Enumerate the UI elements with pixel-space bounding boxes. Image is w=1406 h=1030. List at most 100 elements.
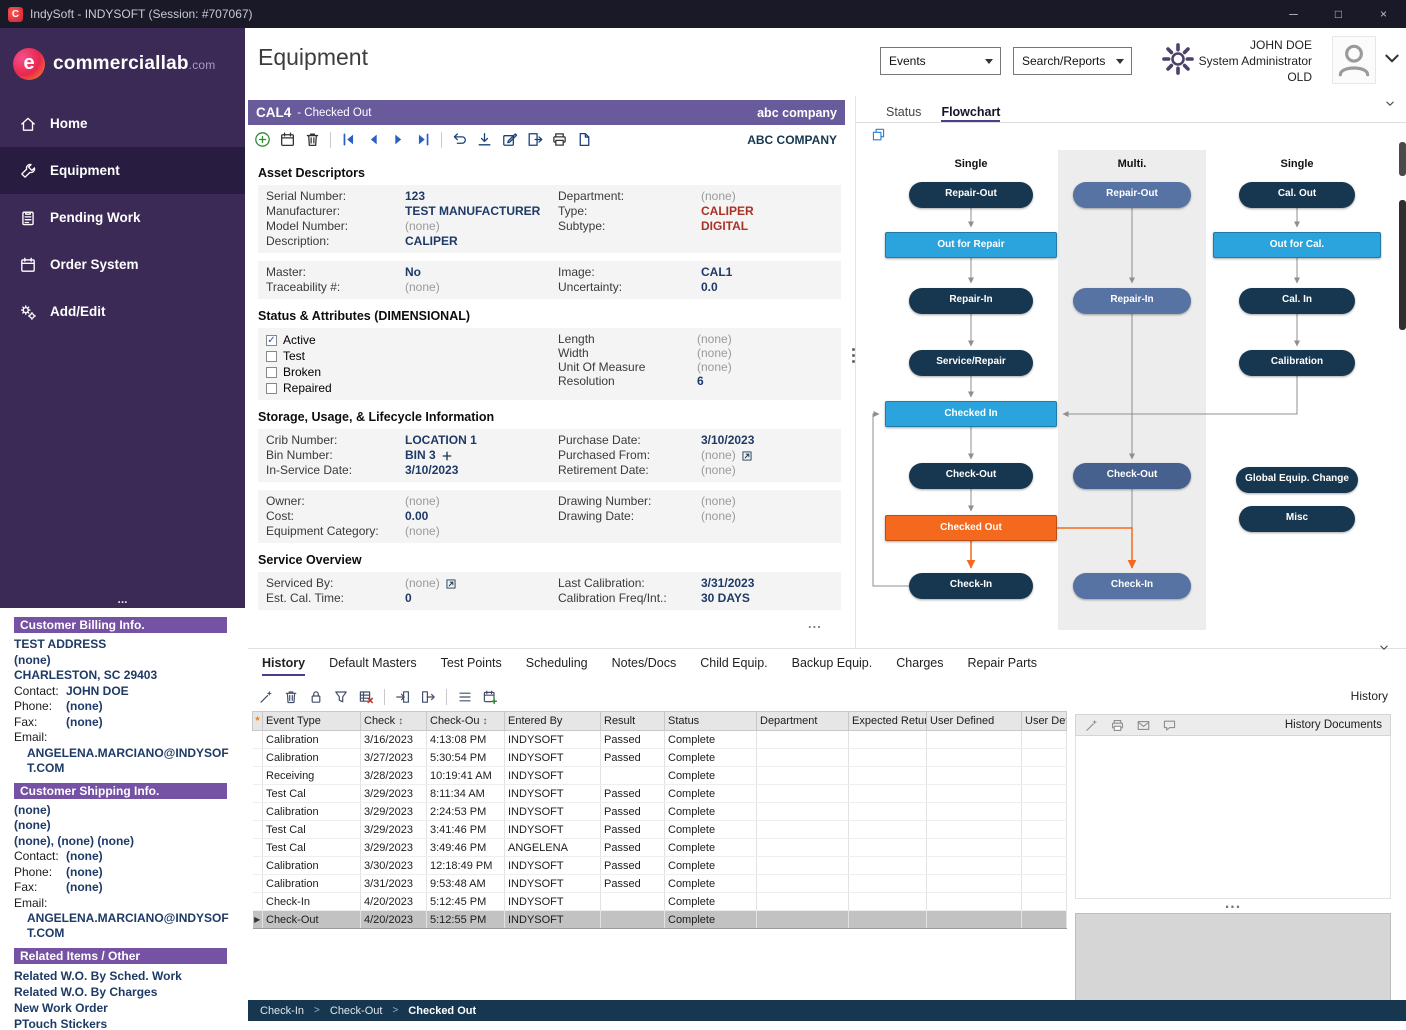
undo-icon[interactable]: [451, 131, 468, 148]
checkbox-box[interactable]: [266, 351, 277, 362]
sort-icon[interactable]: ↕: [483, 716, 488, 727]
flow-node-service-repair[interactable]: Service/Repair: [909, 350, 1033, 376]
column-header-status[interactable]: Status: [665, 712, 757, 731]
funnel-icon[interactable]: [333, 689, 349, 705]
nav-next-icon[interactable]: [390, 131, 407, 148]
add-icon[interactable]: [254, 131, 271, 148]
scrollbar-thumb[interactable]: [1399, 142, 1406, 176]
collapse-chevron-icon[interactable]: [1384, 99, 1396, 109]
search-reports-dropdown[interactable]: Search/Reports: [1013, 47, 1132, 75]
flow-node-calibration[interactable]: Calibration: [1239, 350, 1355, 376]
flow-node-misc[interactable]: Misc: [1239, 506, 1355, 532]
column-header-entered-by[interactable]: Entered By: [505, 712, 601, 731]
history-row[interactable]: Calibration3/16/20234:13:08 PMINDYSOFTPa…: [253, 731, 1067, 749]
nav-last-icon[interactable]: [415, 131, 432, 148]
checkbox-box[interactable]: [266, 383, 277, 394]
flow-node-repair-in[interactable]: Repair-In: [909, 288, 1033, 314]
checkbox-box[interactable]: [266, 367, 277, 378]
history-row[interactable]: Calibration3/29/20232:24:53 PMINDYSOFTPa…: [253, 803, 1067, 821]
scrollbar-thumb[interactable]: [1399, 200, 1406, 330]
doc-icon[interactable]: [576, 131, 593, 148]
tab-default-masters[interactable]: Default Masters: [329, 656, 417, 676]
maximize-button[interactable]: □: [1316, 0, 1361, 28]
sidebar-item-order-system[interactable]: Order System: [0, 241, 245, 288]
tab-notes-docs[interactable]: Notes/Docs: [612, 656, 677, 676]
column-header-expected-return[interactable]: Expected Return: [849, 712, 927, 731]
sort-icon[interactable]: ↕: [398, 716, 403, 727]
lookup-icon[interactable]: [741, 450, 753, 462]
history-row[interactable]: Test Cal3/29/20233:41:46 PMINDYSOFTPasse…: [253, 821, 1067, 839]
history-row[interactable]: Calibration3/27/20235:30:54 PMINDYSOFTPa…: [253, 749, 1067, 767]
sidebar-item-add-edit[interactable]: Add/Edit: [0, 288, 245, 335]
tab-test-points[interactable]: Test Points: [441, 656, 502, 676]
column-header-department[interactable]: Department: [757, 712, 849, 731]
panel-splitter-handle[interactable]: ...: [808, 616, 822, 631]
lookup-icon[interactable]: [445, 578, 457, 590]
comment-icon[interactable]: [1162, 718, 1177, 733]
flow-node-checked-out[interactable]: Checked Out: [885, 515, 1057, 541]
tab-backup-equip[interactable]: Backup Equip.: [792, 656, 873, 676]
flow-node-repair-out[interactable]: Repair-Out: [1073, 182, 1191, 208]
trash-icon[interactable]: [283, 689, 299, 705]
flow-node-checked-in[interactable]: Checked In: [885, 401, 1057, 427]
history-row[interactable]: ▶Check-Out4/20/20235:12:55 PMINDYSOFTCom…: [253, 911, 1067, 929]
history-row[interactable]: Calibration3/31/20239:53:48 AMINDYSOFTPa…: [253, 875, 1067, 893]
flow-node-cal-out[interactable]: Cal. Out: [1239, 182, 1355, 208]
column-header-event-type[interactable]: Event Type: [263, 712, 361, 731]
calendar-add-icon[interactable]: [482, 689, 498, 705]
sidebar-item-pending-work[interactable]: Pending Work: [0, 194, 245, 241]
grid-x-icon[interactable]: [358, 689, 374, 705]
trash-icon[interactable]: [304, 131, 321, 148]
related-link-related-w-o-by-sched-work[interactable]: Related W.O. By Sched. Work: [14, 968, 237, 984]
history-row[interactable]: Test Cal3/29/20238:11:34 AMINDYSOFTPasse…: [253, 785, 1067, 803]
vertical-splitter-handle[interactable]: [852, 348, 855, 363]
avatar[interactable]: [1332, 36, 1376, 84]
import-icon[interactable]: [395, 689, 411, 705]
related-link-ptouch-stickers[interactable]: PTouch Stickers: [14, 1016, 237, 1030]
sidebar-item-home[interactable]: Home: [0, 100, 245, 147]
flow-node-cal-in[interactable]: Cal. In: [1239, 288, 1355, 314]
events-dropdown[interactable]: Events: [880, 47, 1001, 75]
copy-icon[interactable]: [871, 127, 886, 142]
column-header-user-defined[interactable]: User Defined: [927, 712, 1022, 731]
list-icon[interactable]: [457, 689, 473, 705]
sidebar-item-equipment[interactable]: Equipment: [0, 147, 245, 194]
wand-icon[interactable]: [1084, 718, 1099, 733]
flow-node-check-out[interactable]: Check-Out: [1073, 463, 1191, 489]
nav-first-icon[interactable]: [340, 131, 357, 148]
calendar-icon[interactable]: [279, 131, 296, 148]
flag-icon[interactable]: [526, 131, 543, 148]
minimize-button[interactable]: ─: [1271, 0, 1316, 28]
tab-status[interactable]: Status: [886, 105, 921, 122]
checkbox-active[interactable]: ✓Active: [266, 332, 558, 348]
wand-icon[interactable]: [258, 689, 274, 705]
tab-history[interactable]: History: [262, 656, 305, 676]
print-icon[interactable]: [551, 131, 568, 148]
lock-icon[interactable]: [308, 689, 324, 705]
history-row[interactable]: Check-In4/20/20235:12:45 PMINDYSOFTCompl…: [253, 893, 1067, 911]
column-header-user-def[interactable]: User Def: [1022, 712, 1067, 731]
checkbox-repaired[interactable]: Repaired: [266, 380, 558, 396]
tab-scheduling[interactable]: Scheduling: [526, 656, 588, 676]
tab-flowchart[interactable]: Flowchart: [941, 105, 1000, 122]
checkbox-box[interactable]: ✓: [266, 335, 277, 346]
mail-icon[interactable]: [1136, 718, 1151, 733]
column-header-check[interactable]: Check↕: [361, 712, 427, 731]
tab-repair-parts[interactable]: Repair Parts: [967, 656, 1036, 676]
collapse-chevron-icon[interactable]: [1378, 643, 1390, 653]
related-link-related-w-o-by-charges[interactable]: Related W.O. By Charges: [14, 984, 237, 1000]
tab-charges[interactable]: Charges: [896, 656, 943, 676]
plus-icon[interactable]: [441, 450, 453, 462]
history-row[interactable]: Test Cal3/29/20233:49:46 PMANGELENAPasse…: [253, 839, 1067, 857]
print-icon[interactable]: [1110, 718, 1125, 733]
flow-node-out-for-cal[interactable]: Out for Cal.: [1213, 232, 1381, 258]
nav-prev-icon[interactable]: [365, 131, 382, 148]
related-link-new-work-order[interactable]: New Work Order: [14, 1000, 237, 1016]
flow-node-repair-out[interactable]: Repair-Out: [909, 182, 1033, 208]
download-icon[interactable]: [476, 131, 493, 148]
settings-gear-icon[interactable]: [1161, 42, 1195, 76]
flow-node-check-in[interactable]: Check-In: [909, 573, 1033, 599]
documents-splitter-handle[interactable]: ...: [1075, 899, 1391, 913]
flow-node-global-equip-change[interactable]: Global Equip. Change: [1236, 467, 1358, 493]
export-icon[interactable]: [420, 689, 436, 705]
